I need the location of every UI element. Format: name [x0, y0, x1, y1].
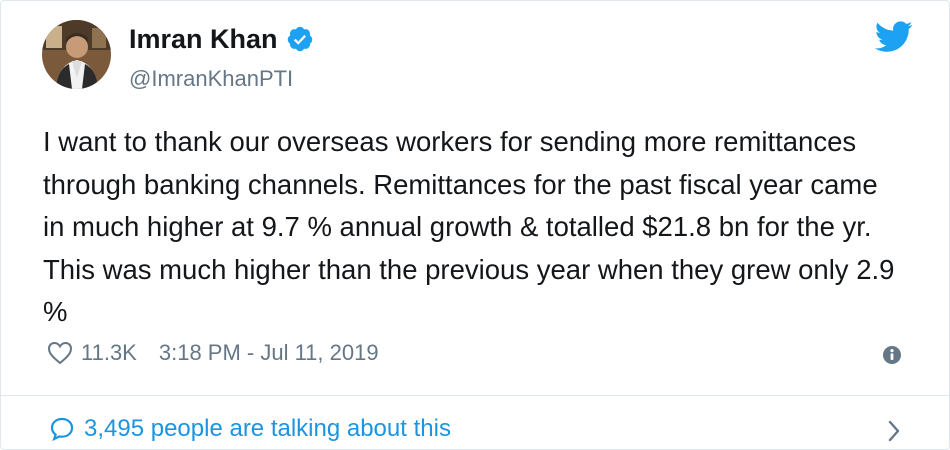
verified-badge-icon: [287, 26, 312, 52]
like-count[interactable]: 11.3K: [81, 340, 137, 366]
conversation-link[interactable]: 3,495 people are talking about this: [49, 415, 451, 443]
tweet-card: Imran Khan @ImranKhanPTI I want to thank…: [0, 0, 950, 450]
twitter-bird-icon[interactable]: [875, 21, 913, 53]
conversation-text[interactable]: 3,495 people are talking about this: [84, 415, 451, 443]
author-row: Imran Khan: [129, 23, 314, 55]
speech-bubble-icon: [50, 417, 74, 442]
timestamp[interactable]: 3:18 PM - Jul 11, 2019: [159, 340, 379, 366]
author-name[interactable]: Imran Khan: [129, 23, 278, 55]
tweet-meta: 11.3K 3:18 PM - Jul 11, 2019: [47, 340, 379, 366]
divider: [1, 395, 949, 396]
heart-icon[interactable]: [47, 341, 73, 365]
tweet-text: I want to thank our overseas workers for…: [43, 126, 895, 327]
chevron-right-icon[interactable]: [887, 419, 901, 443]
info-icon[interactable]: [882, 345, 902, 365]
avatar[interactable]: [42, 20, 111, 89]
author-handle[interactable]: @ImranKhanPTI: [129, 65, 293, 93]
